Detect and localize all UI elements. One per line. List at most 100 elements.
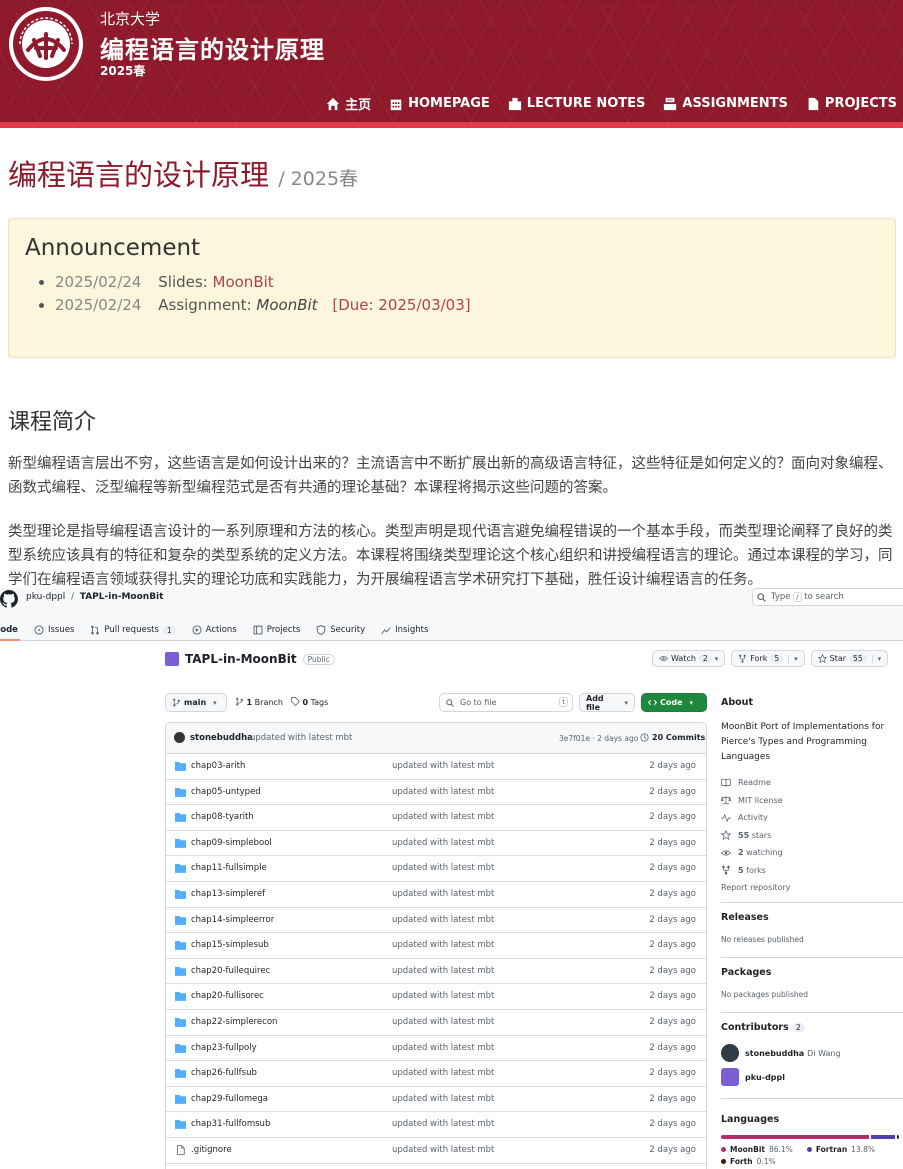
file-name[interactable]: chap05-untyped (191, 787, 261, 797)
go-to-file-input[interactable]: Go to file t (439, 693, 573, 712)
file-name[interactable]: chap11-fullsimple (191, 863, 267, 873)
file-commit-message[interactable]: updated with latest mbt (392, 966, 494, 976)
file-name[interactable]: chap29-fullomega (191, 1094, 268, 1104)
language-item[interactable]: Fortran 13.8% (806, 1145, 875, 1154)
file-commit-message[interactable]: updated with latest mbt (392, 1017, 494, 1027)
forks-link[interactable]: 5 forks (721, 862, 791, 880)
table-row[interactable]: chap14-simpleerror updated with latest mb… (166, 908, 706, 934)
language-item[interactable]: MoonBit 86.1% (721, 1145, 793, 1154)
table-row[interactable]: chap09-simplebool updated with latest mbt… (166, 831, 706, 857)
commit-message[interactable]: updated with latest mbt (250, 733, 352, 743)
table-row[interactable]: chap13-simpleref updated with latest mbt 2… (166, 882, 706, 908)
tab-projects[interactable]: Projects (245, 620, 309, 640)
watching-link[interactable]: 2 watching (721, 844, 791, 862)
fork-button[interactable]: Fork 5 ▾ (731, 650, 805, 667)
contributors-heading[interactable]: Contributors 2 (721, 1022, 805, 1033)
branches-link[interactable]: 1 Branch (235, 697, 283, 707)
file-commit-message[interactable]: updated with latest mbt (392, 1119, 494, 1129)
repo-name[interactable]: TAPL-in-MoonBit (185, 652, 297, 666)
activity-link[interactable]: Activity (721, 809, 791, 827)
file-name[interactable]: chap03-arith (191, 761, 245, 771)
file-name[interactable]: chap14-simpleerror (191, 915, 274, 925)
nav-assignments[interactable]: ASSIGNMENTS (663, 94, 788, 113)
language-item[interactable]: Forth 0.1% (721, 1157, 776, 1166)
file-commit-message[interactable]: updated with latest mbt (392, 787, 494, 797)
file-commit-message[interactable]: updated with latest mbt (392, 915, 494, 925)
nav-projects[interactable]: PROJECTS (806, 94, 897, 113)
table-row[interactable]: chap05-untyped updated with latest mbt 2 d… (166, 780, 706, 806)
file-name[interactable]: chap08-tyarith (191, 812, 254, 822)
chevron-down-icon[interactable]: ▾ (871, 654, 881, 663)
table-row[interactable]: chap15-simplesub updated with latest mbt 2… (166, 933, 706, 959)
table-row[interactable]: chap23-fullpoly updated with latest mbt 2 … (166, 1036, 706, 1062)
tab-pull-requests[interactable]: Pull requests 1 (82, 620, 183, 640)
owner-link[interactable]: pku-dppl (26, 592, 65, 602)
contributor-login[interactable]: stonebuddha (745, 1049, 804, 1058)
tab-issues[interactable]: Issues (26, 620, 82, 640)
file-name[interactable]: chap20-fullisorec (191, 991, 264, 1001)
table-row[interactable]: chap03-arith updated with latest mbt 2 day… (166, 754, 706, 780)
code-button[interactable]: Code ▾ (641, 693, 707, 712)
file-name[interactable]: chap26-fullfsub (191, 1068, 257, 1078)
nav-lecture-notes[interactable]: LECTURE NOTES (508, 94, 645, 113)
file-commit-message[interactable]: updated with latest mbt (392, 889, 494, 899)
file-name[interactable]: chap23-fullpoly (191, 1043, 257, 1053)
file-name[interactable]: .gitignore (191, 1145, 232, 1155)
commit-author[interactable]: stonebuddha (190, 733, 253, 743)
slides-link[interactable]: MoonBit (213, 273, 274, 291)
branch-selector[interactable]: main ▾ (165, 693, 227, 712)
pku-logo-icon[interactable] (6, 4, 86, 84)
file-name[interactable]: chap31-fullfomsub (191, 1119, 270, 1129)
file-commit-message[interactable]: updated with latest mbt (392, 1068, 494, 1078)
contributor[interactable]: pku-dppl (721, 1068, 785, 1086)
commits-link[interactable]: 20 Commits (640, 733, 705, 742)
contributor-login[interactable]: pku-dppl (745, 1073, 785, 1082)
table-row[interactable]: chap22-simplerecon updated with latest mb… (166, 1010, 706, 1036)
nav-home[interactable]: 主页 (326, 94, 371, 113)
repo-link[interactable]: TAPL-in-MoonBit (80, 592, 164, 602)
chevron-down-icon[interactable]: ▾ (788, 654, 798, 663)
nav-homepage[interactable]: HOMEPAGE (389, 94, 490, 113)
file-name[interactable]: chap09-simplebool (191, 838, 272, 848)
tab-actions[interactable]: Actions (184, 620, 245, 640)
file-commit-message[interactable]: updated with latest mbt (392, 1145, 494, 1155)
watch-button[interactable]: Watch 2 ▾ (652, 650, 726, 667)
contributor[interactable]: stonebuddha Di Wang (721, 1044, 841, 1062)
file-name[interactable]: chap15-simplesub (191, 940, 269, 950)
repo-owner-avatar[interactable] (165, 652, 179, 666)
github-logo-icon[interactable] (0, 590, 18, 608)
star-button[interactable]: Star 55 ▾ (810, 650, 889, 667)
file-commit-message[interactable]: updated with latest mbt (392, 940, 494, 950)
commit-hash-time[interactable]: 3e7f01e · 2 days ago (559, 734, 638, 743)
avatar[interactable] (174, 732, 185, 743)
file-commit-message[interactable]: updated with latest mbt (392, 761, 494, 771)
report-repository-link[interactable]: Report repository (721, 879, 791, 897)
table-row[interactable]: .gitignore updated with latest mbt 2 days … (166, 1138, 706, 1164)
tags-link[interactable]: 0 Tags (291, 697, 328, 707)
file-commit-message[interactable]: updated with latest mbt (392, 991, 494, 1001)
table-row[interactable]: chap29-fullomega updated with latest mbt 2… (166, 1087, 706, 1113)
avatar[interactable] (721, 1068, 739, 1086)
table-row[interactable]: chap20-fullisorec updated with latest mbt… (166, 984, 706, 1010)
table-row[interactable]: chap11-fullsimple updated with latest mbt… (166, 856, 706, 882)
table-row[interactable]: LICENSEadded a license2 months ago (166, 1164, 706, 1169)
file-name[interactable]: chap20-fullequirec (191, 966, 270, 976)
releases-heading[interactable]: Releases (721, 912, 769, 923)
stars-link[interactable]: 55 stars (721, 827, 791, 845)
avatar[interactable] (721, 1044, 739, 1062)
file-commit-message[interactable]: updated with latest mbt (392, 1043, 494, 1053)
table-row[interactable]: chap31-fullfomsub updated with latest mbt… (166, 1112, 706, 1138)
file-commit-message[interactable]: updated with latest mbt (392, 838, 494, 848)
license-link[interactable]: MIT license (721, 792, 791, 810)
table-row[interactable]: chap20-fullequirec updated with latest mb… (166, 959, 706, 985)
add-file-button[interactable]: Add file ▾ (579, 693, 635, 712)
packages-heading[interactable]: Packages (721, 967, 771, 978)
tab-code[interactable]: Code (0, 620, 26, 641)
table-row[interactable]: chap08-tyarith updated with latest mbt 2 d… (166, 805, 706, 831)
tab-security[interactable]: Security (308, 620, 373, 640)
file-name[interactable]: chap13-simpleref (191, 889, 265, 899)
tab-insights[interactable]: Insights (373, 620, 436, 640)
table-row[interactable]: chap26-fullfsub updated with latest mbt 2 … (166, 1061, 706, 1087)
assignment-link[interactable]: MoonBit (256, 296, 317, 314)
file-commit-message[interactable]: updated with latest mbt (392, 863, 494, 873)
